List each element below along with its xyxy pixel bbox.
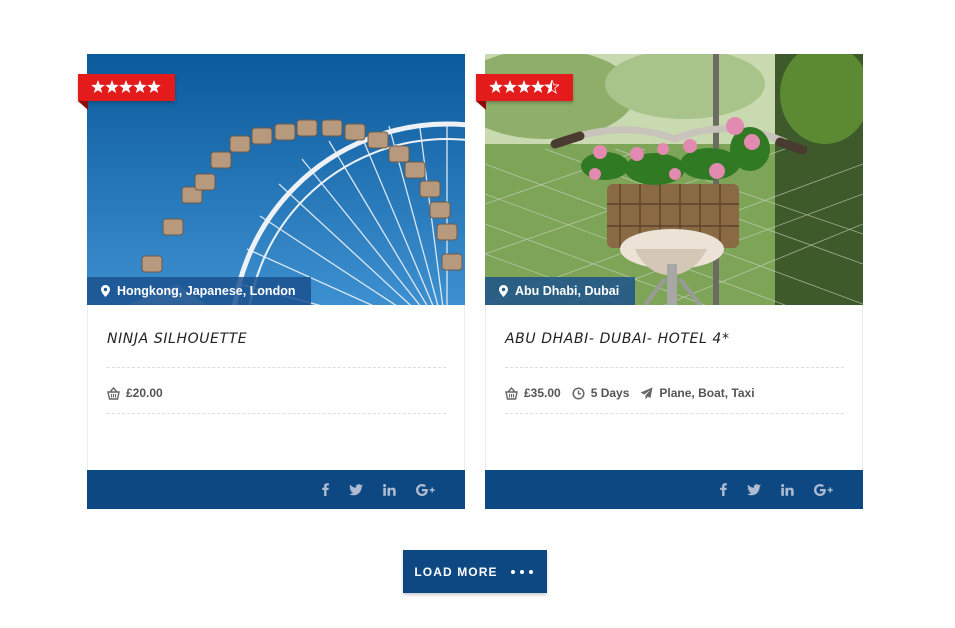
facebook-icon[interactable] [322,483,329,496]
load-more-button[interactable]: LOAD MORE [403,550,547,593]
linkedin-icon[interactable] [781,483,794,496]
load-more-label: LOAD MORE [414,564,498,579]
divider [505,367,844,368]
linkedin-icon[interactable] [383,483,396,496]
location-tag[interactable]: Hongkong, Japanese, London [87,277,312,305]
clock-icon [572,386,585,400]
tour-meta: £35.00 5 Days Plane, Boat, Taxi [505,383,766,403]
basket-icon [107,386,120,400]
card-footer [87,470,465,509]
paper-plane-icon [640,387,653,399]
price-group: £20.00 [107,386,163,400]
location-tag[interactable]: Abu Dhabi, Dubai [485,277,636,305]
price-text: £20.00 [126,386,163,400]
transport-group: Plane, Boat, Taxi [640,386,755,400]
tour-title[interactable]: Ninja Silhouette [107,331,247,347]
twitter-icon[interactable] [747,483,761,496]
rating-badge [476,74,573,110]
tour-card[interactable]: Abu Dhabi, Dubai Abu Dhabi- Dubai- Hotel… [476,54,863,509]
google-plus-icon[interactable] [814,483,833,496]
map-marker-icon [101,285,110,297]
price-text: £35.00 [524,386,561,400]
twitter-icon[interactable] [349,483,363,496]
social-share [302,470,435,509]
location-text: Abu Dhabi, Dubai [515,284,620,298]
transport-text: Plane, Boat, Taxi [659,386,755,400]
location-text: Hongkong, Japanese, London [117,284,296,298]
duration-group: 5 Days [572,386,630,400]
google-plus-icon[interactable] [416,483,435,496]
tour-card[interactable]: Hongkong, Japanese, London Ninja Silhoue… [78,54,465,509]
four-and-half-star-rating-icon [489,80,559,94]
ribbon-fold [476,101,486,110]
social-share [700,470,833,509]
more-dots-icon [509,569,536,574]
rating-badge [78,74,175,110]
map-marker-icon [499,285,508,297]
divider [505,413,844,414]
divider [107,367,446,368]
tour-meta: £20.00 [107,383,174,403]
basket-icon [505,386,518,400]
divider [107,413,446,414]
price-group: £35.00 [505,386,561,400]
tour-title[interactable]: Abu Dhabi- Dubai- Hotel 4* [505,331,730,347]
duration-text: 5 Days [590,386,630,400]
ribbon-fold [78,101,88,110]
facebook-icon[interactable] [720,483,727,496]
five-star-rating-icon [91,80,161,93]
card-footer [485,470,863,509]
